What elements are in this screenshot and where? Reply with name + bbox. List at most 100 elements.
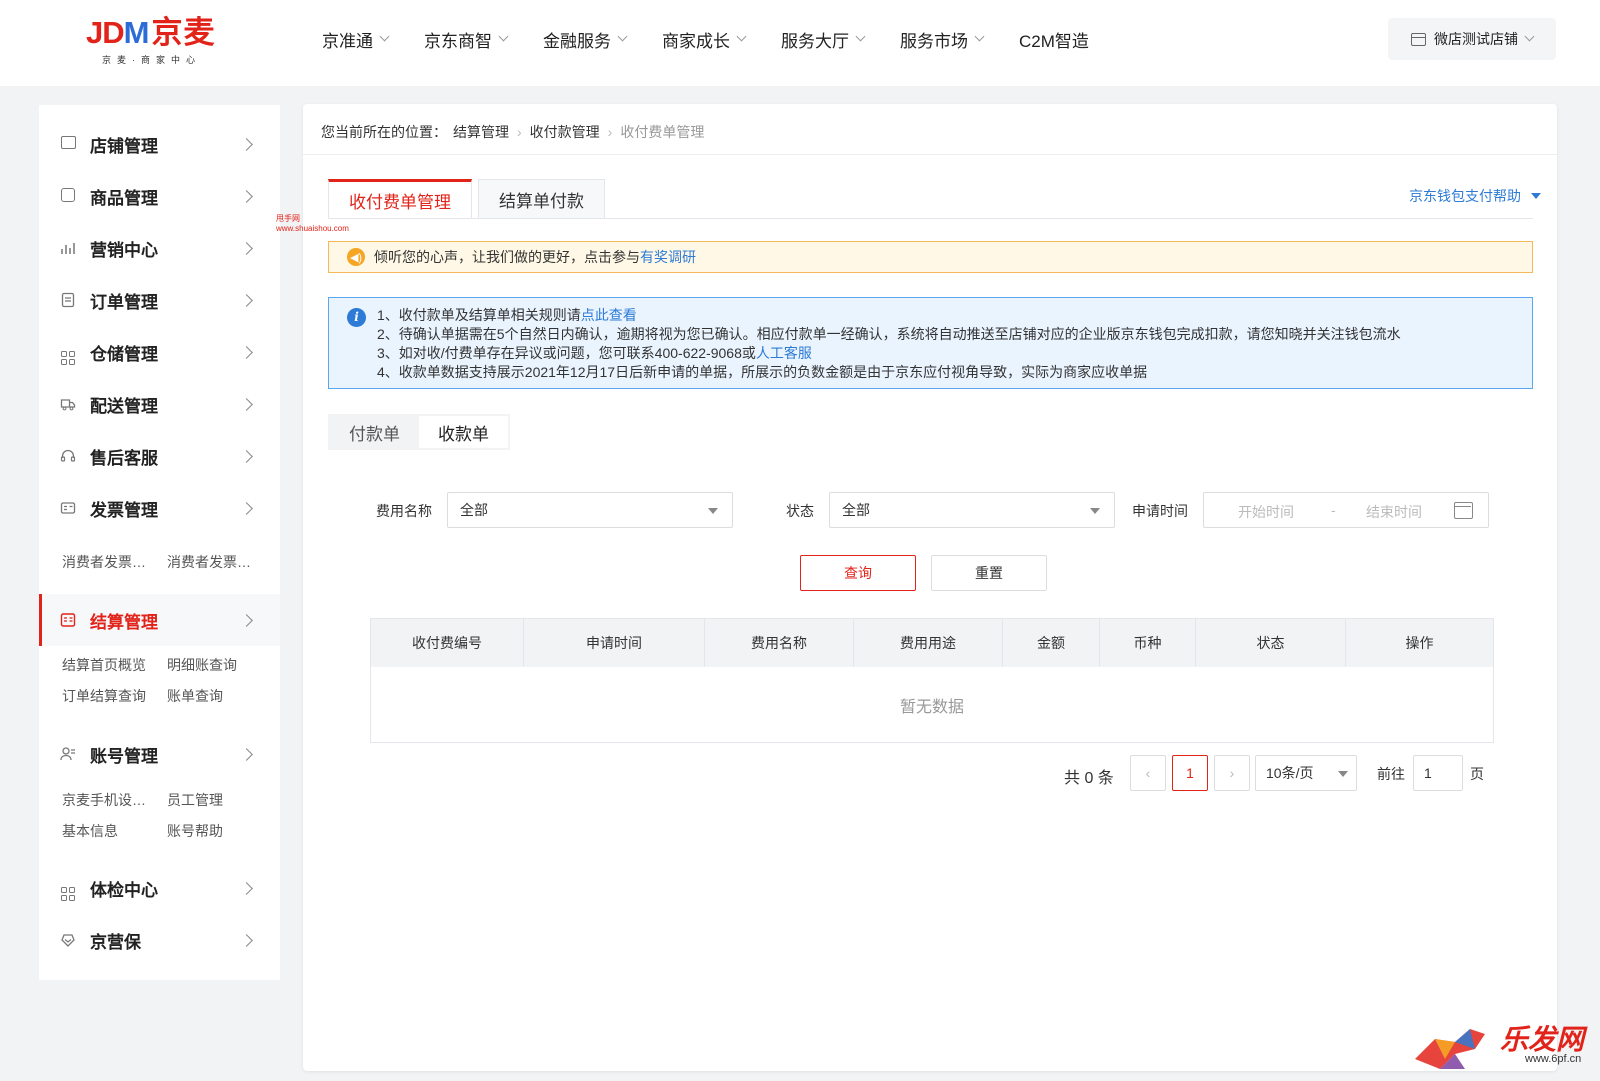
nav-item-jingzhuntong[interactable]: 京准通	[322, 26, 390, 52]
wallet-help-label: 京东钱包支付帮助	[1409, 188, 1521, 204]
subtab-receipt-bill[interactable]: 收款单	[419, 416, 508, 448]
survey-link[interactable]: 有奖调研	[640, 247, 696, 267]
shield-icon	[60, 932, 76, 948]
chevron-down-icon	[1524, 31, 1535, 42]
breadcrumb: 您当前所在的位置： 结算管理 › 收付款管理 › 收付费单管理	[321, 122, 704, 142]
nav-label: 服务大厅	[781, 31, 849, 51]
sidebar-item-invoice[interactable]: 发票管理	[39, 482, 280, 534]
fee-name-value: 全部	[460, 502, 488, 518]
info-line-4: 4、收款单数据支持展示2021年12月17日后新申请的单据，所展示的负数金额是由…	[377, 364, 1148, 380]
apply-time-range-picker[interactable]: 开始时间 - 结束时间	[1203, 492, 1489, 528]
fee-name-select[interactable]: 全部	[447, 492, 733, 528]
nav-label: C2M智造	[1019, 31, 1089, 51]
nav-item-growth[interactable]: 商家成长	[662, 26, 747, 52]
sidebar-item-label: 仓储管理	[90, 344, 158, 364]
caret-down-icon	[1090, 508, 1100, 514]
watermark-line2: www.shuaishou.com	[276, 224, 349, 233]
sidebar-item-marketing[interactable]: 营销中心	[39, 222, 280, 274]
tabs-divider	[328, 218, 1533, 219]
info-line-3: 3、如对收/付费单存在异议或问题，您可联系400-622-9068或人工客服	[377, 345, 812, 361]
page-number-button[interactable]: 1	[1172, 755, 1208, 791]
sidebar-item-store[interactable]: 店铺管理	[39, 118, 280, 170]
prev-page-button[interactable]: ‹	[1130, 755, 1166, 791]
chevron-right-icon	[240, 293, 253, 307]
nav-item-service-market[interactable]: 服务市场	[900, 26, 985, 52]
chevron-right-icon	[240, 449, 253, 463]
main-tabs: 收付费单管理 结算单付款	[328, 179, 611, 219]
sidebar-item-warehouse[interactable]: 仓储管理	[39, 326, 280, 378]
nav-item-c2m[interactable]: C2M智造	[1019, 26, 1089, 52]
info-line-1: 1、收付款单及结算单相关规则请点此查看	[377, 307, 637, 323]
caret-down-icon	[708, 508, 718, 514]
corner-brand-url: www.6pf.cn	[1525, 1053, 1582, 1065]
store-icon	[60, 136, 76, 152]
chevron-down-icon	[379, 31, 390, 42]
caret-down-icon	[1531, 193, 1541, 199]
sidebar-item-products[interactable]: 商品管理	[39, 170, 280, 222]
sidebar-item-jingyingbao[interactable]: 京营保	[39, 914, 280, 966]
nav-label: 商家成长	[662, 31, 730, 51]
sidebar-item-account[interactable]: 账号管理	[39, 728, 280, 780]
sidebar-sublink-order-settlement[interactable]: 订单结算查询	[62, 686, 146, 706]
sidebar-sublink-mobile-settings[interactable]: 京麦手机设…	[62, 790, 146, 810]
sidebar-sublink-bill-query[interactable]: 账单查询	[167, 686, 223, 706]
sidebar-sublink-staff[interactable]: 员工管理	[167, 790, 223, 810]
tab-statement-payment[interactable]: 结算单付款	[478, 179, 605, 219]
reset-button[interactable]: 重置	[931, 555, 1047, 591]
nav-item-finance[interactable]: 金融服务	[543, 26, 628, 52]
nav-item-service-hall[interactable]: 服务大厅	[781, 26, 866, 52]
page-size-select[interactable]: 10条/页	[1255, 755, 1357, 791]
grid-icon	[60, 880, 76, 901]
sidebar-item-label: 京营保	[90, 932, 141, 952]
breadcrumb-separator-icon: ›	[517, 124, 522, 140]
info-alert: i 1、收付款单及结算单相关规则请点此查看 2、待确认单据需在5个自然日内确认，…	[328, 297, 1533, 389]
sidebar-item-delivery[interactable]: 配送管理	[39, 378, 280, 430]
subtab-payment-bill[interactable]: 付款单	[330, 416, 419, 448]
customer-service-link[interactable]: 人工客服	[756, 345, 812, 361]
logo-m: M	[123, 15, 150, 50]
settlement-icon	[60, 612, 76, 628]
fee-bill-table: 收付费编号 申请时间 费用名称 费用用途 金额 币种 状态 操作 暂无数据	[370, 618, 1494, 743]
info-icon: i	[347, 308, 366, 327]
sidebar-sublink-account-help[interactable]: 账号帮助	[167, 821, 223, 841]
column-header: 费用用途	[854, 619, 1003, 667]
chevron-right-icon	[240, 933, 253, 947]
chevron-down-icon	[617, 31, 628, 42]
sidebar-sublink-basic-info[interactable]: 基本信息	[62, 821, 118, 841]
caret-down-icon	[1338, 771, 1348, 777]
sidebar-item-orders[interactable]: 订单管理	[39, 274, 280, 326]
sidebar-item-label: 配送管理	[90, 396, 158, 416]
goto-page-input[interactable]	[1413, 755, 1463, 791]
sidebar-sublink-consumer-invoice-2[interactable]: 消费者发票…	[167, 552, 251, 572]
query-button[interactable]: 查询	[800, 555, 916, 591]
jdm-logo[interactable]: JDM京麦 京麦·商家中心	[86, 16, 236, 68]
pagination-total: 共 0 条	[1064, 770, 1114, 787]
sidebar-sublink-settlement-overview[interactable]: 结算首页概览	[62, 655, 146, 675]
status-label: 状态	[786, 503, 814, 519]
top-header: JDM京麦 京麦·商家中心 京准通 京东商智 金融服务 商家成长 服务大厅 服务…	[0, 0, 1600, 86]
wallet-help-link[interactable]: 京东钱包支付帮助	[1409, 186, 1541, 206]
speaker-icon: ◀)	[347, 248, 365, 266]
nav-item-shangzhi[interactable]: 京东商智	[424, 26, 509, 52]
bag-icon	[60, 188, 76, 204]
sidebar-item-settlement[interactable]: 结算管理	[39, 594, 280, 646]
page-suffix: 页	[1470, 766, 1484, 782]
sidebar-item-aftersale[interactable]: 售后客服	[39, 430, 280, 482]
sidebar-item-label: 发票管理	[90, 500, 158, 520]
column-header: 申请时间	[524, 619, 705, 667]
breadcrumb-level1[interactable]: 结算管理	[453, 122, 509, 142]
breadcrumb-level2[interactable]: 收付款管理	[530, 122, 600, 142]
chevron-down-icon	[974, 31, 985, 42]
rules-link[interactable]: 点此查看	[581, 307, 637, 323]
chevron-down-icon	[736, 31, 747, 42]
sidebar-sublink-detail-query[interactable]: 明细账查询	[167, 655, 237, 675]
end-time-placeholder: 结束时间	[1366, 504, 1422, 520]
tab-fee-bill-management[interactable]: 收付费单管理	[328, 179, 472, 219]
sidebar-item-health-check[interactable]: 体检中心	[39, 862, 280, 914]
main-panel: 您当前所在的位置： 结算管理 › 收付款管理 › 收付费单管理 甩手网 www.…	[276, 104, 1557, 1071]
store-switcher[interactable]: 微店测试店铺	[1388, 18, 1556, 60]
next-page-button[interactable]: ›	[1214, 755, 1250, 791]
goto-label: 前往	[1377, 766, 1405, 782]
status-select[interactable]: 全部	[829, 492, 1115, 528]
sidebar-sublink-consumer-invoice[interactable]: 消费者发票…	[62, 552, 146, 572]
